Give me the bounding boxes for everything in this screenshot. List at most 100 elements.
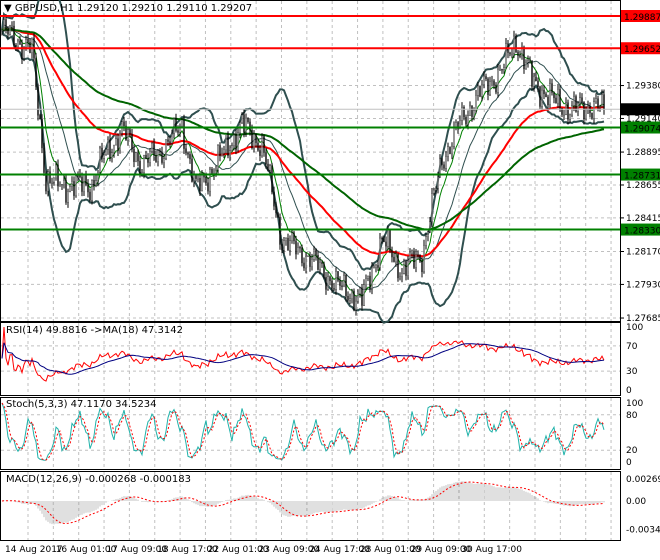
candle-body [157,150,159,162]
candle-body [335,271,337,290]
candle [95,175,97,188]
candle-body [69,186,71,192]
candle [451,142,453,160]
candle-body [405,261,407,276]
candle [351,288,353,304]
candle-body [153,143,155,156]
collapse-triangle-icon[interactable]: ▼ [4,3,12,14]
candle [185,143,187,156]
candle [237,127,239,153]
candle [191,153,193,183]
candle [157,149,159,167]
candle [63,175,65,189]
candle [223,145,225,159]
candle [495,82,497,95]
candle [319,257,321,275]
time-tick-label: 14 Aug 2017 [5,545,63,555]
candle [273,186,275,211]
candle-body [329,276,331,282]
candle [331,277,333,293]
candle-body [223,149,225,154]
candle [337,271,339,283]
candle-body [325,277,327,290]
candle [343,272,345,288]
candle [413,247,415,270]
candle-body [601,94,603,107]
candle-body [445,156,447,169]
candle [359,286,361,298]
candle [501,68,503,74]
candle-body [175,118,177,131]
candle [529,56,531,64]
candle-body [377,265,379,268]
candle [297,242,299,255]
candle [333,282,335,292]
candle [149,148,151,167]
candle [3,15,5,32]
candle-body [433,189,435,194]
candle-body [327,276,329,290]
candle-body [103,154,105,159]
candle-body [109,139,111,160]
candle-body [15,44,17,48]
candle-body [159,150,161,153]
candle [193,170,195,188]
level-price-label: 1.28731 [624,172,660,182]
candle-body [7,28,9,35]
candle-body [557,89,559,104]
candle-body [123,121,125,127]
candle [67,188,69,208]
candle-body [373,266,375,269]
level-price-label: 1.28330 [624,227,660,237]
candle-body [167,139,169,142]
candle [87,179,89,198]
candle-body [233,134,235,146]
candle-body [345,275,347,297]
candle-body [267,163,269,171]
candle [267,158,269,172]
candle-body [495,84,497,93]
candle-body [19,40,21,45]
candle-body [43,147,45,173]
candle-body [9,25,11,35]
candle-body [169,141,171,144]
candle [259,144,261,162]
candle [581,93,583,104]
trading-chart[interactable]: 1.29380 1.29140 1.28895 1.28655 1.28415 1.281… [0,0,660,560]
candle-body [209,168,211,192]
candle-body [99,147,101,173]
rsi-ma-line [1,342,605,375]
candle-body [303,262,305,269]
candle-body [5,19,7,30]
candle [579,92,581,108]
level-price-label: 1.29652 [624,45,660,55]
candle [363,279,365,307]
candle-body [215,170,217,174]
candle [123,116,125,132]
candle-body [543,89,545,95]
candle-body [181,119,183,127]
candle [531,60,533,91]
candle-body [81,176,83,192]
stoch-label: Stoch(5,3,3) 47.1170 34.5234 [6,399,157,410]
candle-body [281,244,283,251]
stoch-tick-label: 0 [626,458,632,468]
candle-body [525,62,527,70]
candle [601,89,603,108]
candle [513,30,515,58]
candle [61,184,63,190]
candle [195,174,197,182]
candle [539,85,541,110]
candle-body [603,94,605,110]
candle [105,148,107,156]
candle [453,121,455,150]
candle [113,144,115,158]
candle-body [483,76,485,85]
candle-body [155,155,157,162]
candle [35,52,37,91]
candle-body [407,260,409,276]
candle [399,272,401,281]
candle [101,142,103,163]
candle-body [93,180,95,187]
candle [179,123,181,138]
